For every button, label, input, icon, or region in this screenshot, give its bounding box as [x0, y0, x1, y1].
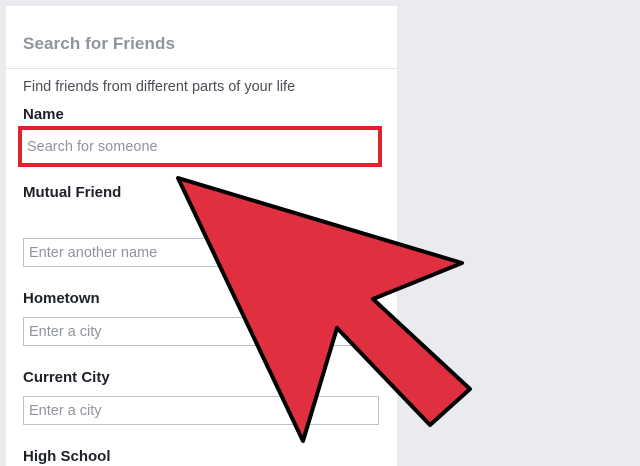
name-search-input[interactable] — [18, 126, 382, 167]
panel-intro-text: Find friends from different parts of you… — [23, 79, 296, 95]
mutual-friend-input[interactable] — [23, 238, 379, 267]
search-friends-panel: Search for Friends Find friends from dif… — [6, 6, 397, 466]
current-city-input[interactable] — [23, 396, 379, 425]
hometown-label: Hometown — [23, 290, 100, 307]
hometown-input[interactable] — [23, 317, 379, 346]
mutual-friend-label: Mutual Friend — [23, 184, 122, 201]
name-label: Name — [23, 106, 64, 123]
panel-header: Search for Friends — [6, 6, 397, 69]
panel-title: Search for Friends — [23, 34, 176, 53]
current-city-label: Current City — [23, 369, 110, 386]
high-school-label: High School — [23, 448, 111, 465]
screenshot-stage: Search for Friends Find friends from dif… — [0, 0, 640, 466]
